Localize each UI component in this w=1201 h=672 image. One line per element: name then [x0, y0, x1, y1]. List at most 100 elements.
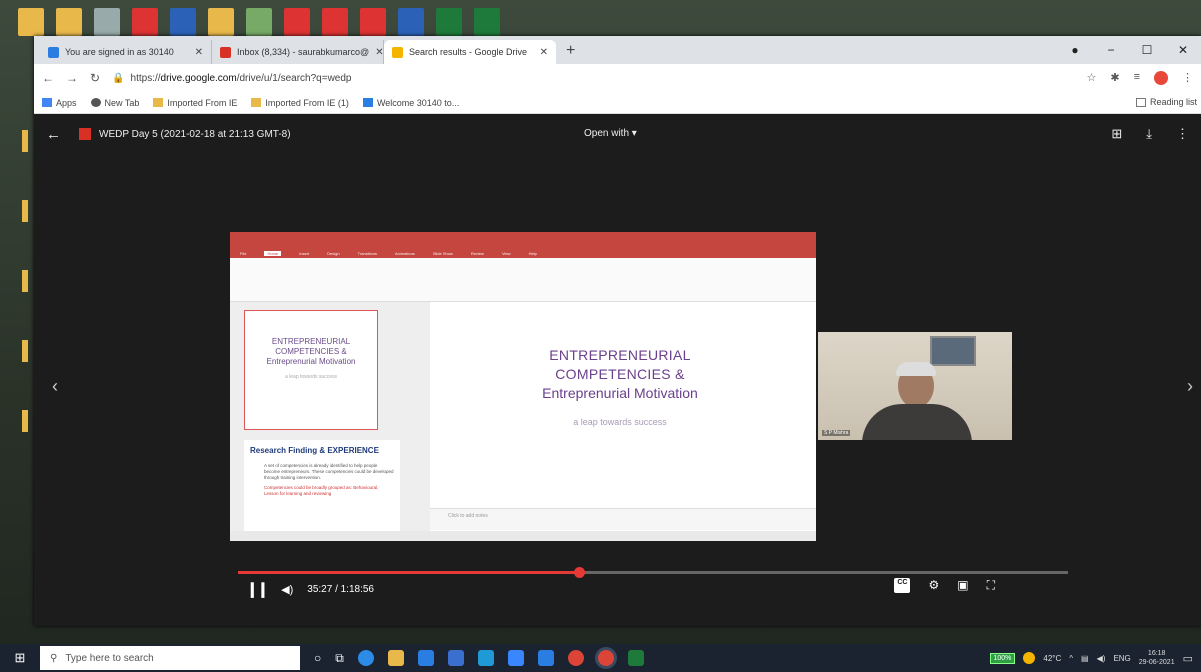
more-options-icon[interactable]: ⋮	[1176, 126, 1189, 142]
recycle-bin-icon[interactable]	[94, 8, 120, 36]
network-icon[interactable]: ▤	[1081, 654, 1089, 663]
progress-scrubber[interactable]	[574, 567, 586, 578]
extensions-icon[interactable]: ✱	[1110, 71, 1119, 85]
thumbnail-bullet: Competencies could be broadly grouped as…	[264, 485, 379, 496]
image-file-icon[interactable]	[246, 8, 272, 36]
excel-icon[interactable]	[627, 650, 644, 666]
temperature-label: 42°C	[1043, 653, 1062, 663]
settings-gear-icon[interactable]: ⚙	[928, 578, 939, 593]
bookmark-folder[interactable]: Imported From IE	[153, 98, 237, 108]
speaker-icon[interactable]: ◀)	[1097, 654, 1106, 663]
minimize-button[interactable]: −	[1093, 36, 1129, 64]
mail-icon[interactable]	[447, 650, 464, 666]
folder-icon[interactable]	[208, 8, 234, 36]
forward-icon[interactable]: →	[66, 71, 78, 85]
star-icon[interactable]: ☆	[1086, 71, 1096, 85]
browser-tab[interactable]: You are signed in as 30140 ✕	[40, 40, 212, 64]
menu-icon[interactable]: ⋮	[1182, 71, 1193, 85]
weather-icon[interactable]	[1023, 652, 1036, 664]
new-tab-button[interactable]: +	[556, 42, 585, 64]
language-label[interactable]: ENG	[1113, 654, 1130, 663]
bookmark-new-tab[interactable]: New Tab	[90, 98, 139, 108]
cortana-icon[interactable]: ○	[314, 651, 321, 665]
tab-strip: You are signed in as 30140 ✕ Inbox (8,33…	[34, 36, 1201, 64]
playlist-icon[interactable]: ≡	[1134, 71, 1140, 85]
notifications-icon[interactable]: ▭	[1183, 652, 1193, 665]
desktop-shortcut-icon[interactable]	[2, 200, 32, 224]
site-favicon-icon	[362, 98, 373, 107]
chrome-icon[interactable]	[567, 650, 584, 666]
reload-icon[interactable]: ↻	[90, 71, 100, 85]
excel-file-icon[interactable]	[436, 8, 462, 36]
desktop-top-icons	[18, 8, 500, 38]
pdf-file-icon[interactable]	[360, 8, 386, 36]
close-window-button[interactable]: ✕	[1165, 36, 1201, 64]
pdf-file-icon[interactable]	[284, 8, 310, 36]
desktop-shortcut-icon[interactable]	[2, 270, 32, 294]
volume-icon[interactable]: ◀)	[281, 583, 293, 596]
video-frame-powerpoint[interactable]: File Home Insert Design Transitions Animation…	[230, 232, 816, 541]
pause-icon[interactable]: ❙❙	[246, 580, 269, 598]
desktop-shortcut-icon[interactable]	[2, 340, 32, 364]
bookmark-welcome[interactable]: Welcome 30140 to...	[362, 98, 459, 108]
maximize-button[interactable]: ☐	[1129, 36, 1165, 64]
folder-icon	[251, 98, 262, 107]
media-player-icon[interactable]	[477, 650, 494, 666]
fullscreen-icon[interactable]: ⛶	[987, 578, 995, 593]
address-bar-row: ← → ↻ 🔒 https://drive.google.com/drive/u…	[34, 64, 1201, 92]
thumbnail-heading: Research Finding & EXPERIENCE	[250, 446, 379, 455]
close-tab-icon[interactable]: ✕	[540, 47, 548, 58]
speaker-body	[862, 404, 972, 440]
battery-indicator[interactable]: 100%	[989, 652, 1016, 664]
url-prefix: https://	[130, 72, 161, 84]
back-icon[interactable]: ←	[42, 71, 54, 85]
excel-file-icon[interactable]	[474, 8, 500, 36]
browser-tab[interactable]: Inbox (8,334) - saurabkumarco@ ✕	[212, 40, 384, 64]
edge-icon[interactable]	[357, 650, 374, 666]
browser-tab-active[interactable]: Search results - Google Drive ✕	[384, 40, 556, 64]
desktop-shortcut-icon[interactable]	[2, 130, 32, 154]
thumbnail-bullet: A set of competencies is already identif…	[264, 463, 394, 480]
bookmark-folder[interactable]: Imported From IE (1)	[251, 98, 349, 108]
main-slide: ENTREPRENEURIAL COMPETENCIES & Entrepren…	[455, 314, 785, 504]
desktop-shortcut-icon[interactable]	[2, 410, 32, 434]
pdf-file-icon[interactable]	[132, 8, 158, 36]
toolbar-icons: ☆ ✱ ≡ ⋮	[1086, 71, 1193, 85]
chrome-active-icon[interactable]	[597, 650, 614, 666]
url-input[interactable]: 🔒 https://drive.google.com/drive/u/1/sea…	[112, 68, 1074, 88]
folder-icon[interactable]	[56, 8, 82, 36]
back-arrow-icon[interactable]: ←	[46, 126, 61, 143]
close-tab-icon[interactable]: ✕	[375, 47, 383, 58]
slide-notes: Click to add notes	[430, 508, 816, 530]
reading-list-button[interactable]: Reading list	[1135, 97, 1197, 107]
next-file-icon[interactable]: ›	[1187, 376, 1193, 397]
apps-grid-icon	[42, 98, 52, 107]
profile-icon[interactable]: ●	[1057, 36, 1093, 64]
open-with-button[interactable]: Open with ▾	[584, 128, 637, 139]
word-file-icon[interactable]	[170, 8, 196, 36]
close-tab-icon[interactable]: ✕	[195, 47, 203, 58]
tray-arrow-icon[interactable]: ^	[1069, 654, 1073, 663]
download-icon[interactable]: ⤓	[1146, 126, 1152, 142]
pdf-file-icon[interactable]	[322, 8, 348, 36]
captions-icon[interactable]: CC	[894, 578, 911, 593]
app-icon[interactable]	[507, 650, 524, 666]
folder-icon[interactable]	[18, 8, 44, 36]
speaker-hair	[896, 362, 936, 376]
video-progress-bar[interactable]	[238, 567, 1068, 578]
file-explorer-icon[interactable]	[387, 650, 404, 666]
url-host: drive.google.com	[160, 72, 237, 84]
taskbar-search-box[interactable]: ⚲ Type here to search	[40, 646, 300, 670]
avatar[interactable]	[1154, 71, 1168, 85]
windows-start-icon[interactable]: ⊞	[0, 650, 40, 666]
windows-taskbar: ⊞ ⚲ Type here to search ○ ⧉ 100% 42°C ^ …	[0, 644, 1201, 672]
app-icon[interactable]	[537, 650, 554, 666]
store-icon[interactable]	[417, 650, 434, 666]
add-to-drive-icon[interactable]: ⊞	[1111, 126, 1122, 142]
miniplayer-icon[interactable]: ▣	[957, 578, 968, 593]
task-view-icon[interactable]: ⧉	[335, 651, 344, 666]
bookmark-apps[interactable]: Apps	[42, 98, 77, 108]
clock[interactable]: 16:18 29-06-2021	[1139, 649, 1175, 667]
previous-file-icon[interactable]: ‹	[52, 376, 58, 397]
word-file-icon[interactable]	[398, 8, 424, 36]
